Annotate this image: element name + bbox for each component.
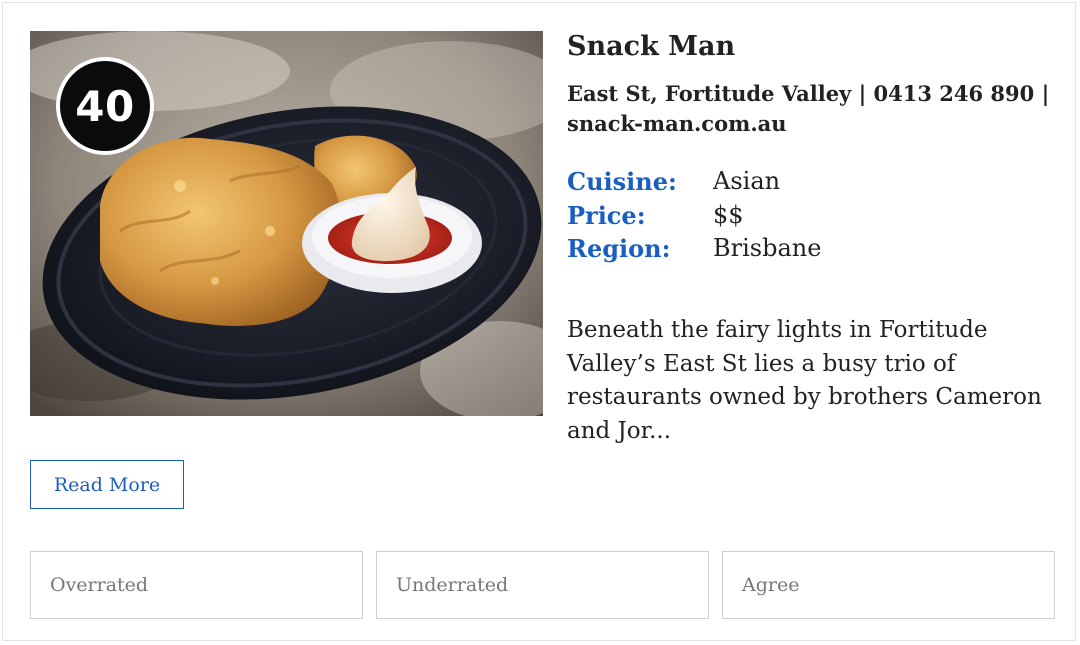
address-phone: East St, Fortitude Valley | 0413 246 890… bbox=[567, 81, 1050, 106]
detail-value: Asian bbox=[713, 167, 781, 195]
details-list: Cuisine: Asian Price: $$ Region: Brisban… bbox=[567, 165, 821, 266]
detail-label: Region: bbox=[567, 234, 671, 263]
overrated-button[interactable]: Overrated bbox=[30, 551, 363, 619]
detail-price: Price: $$ bbox=[567, 199, 821, 233]
agree-button[interactable]: Agree bbox=[722, 551, 1055, 619]
restaurant-title: Snack Man bbox=[567, 31, 736, 62]
website-link[interactable]: snack-man.com.au bbox=[567, 111, 787, 136]
detail-label: Price: bbox=[567, 200, 646, 230]
read-more-button[interactable]: Read More bbox=[30, 460, 184, 509]
contact-info: East St, Fortitude Valley | 0413 246 890… bbox=[567, 79, 1057, 139]
detail-label: Cuisine: bbox=[567, 167, 677, 196]
restaurant-card: 40 Snack Man East St, Fortitude Valley |… bbox=[2, 2, 1076, 641]
detail-value: Brisbane bbox=[713, 234, 822, 262]
rank-badge: 40 bbox=[56, 57, 154, 155]
detail-region: Region: Brisbane bbox=[567, 232, 821, 266]
detail-value: $$ bbox=[713, 200, 744, 229]
description: Beneath the fairy lights in Fortitude Va… bbox=[567, 317, 1042, 444]
detail-cuisine: Cuisine: Asian bbox=[567, 165, 821, 199]
underrated-button[interactable]: Underrated bbox=[376, 551, 709, 619]
